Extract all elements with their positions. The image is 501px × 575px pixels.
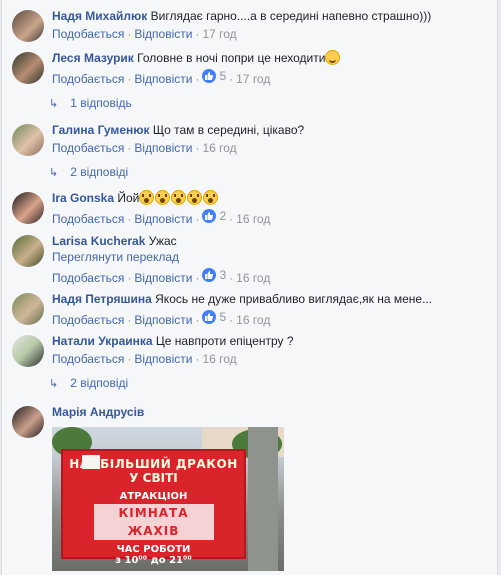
timestamp[interactable]: 16 год: [236, 313, 270, 327]
like-button[interactable]: Подобається: [52, 212, 124, 226]
view-replies-link[interactable]: ↳ 2 відповіді: [49, 164, 128, 181]
like-count[interactable]: 5: [202, 309, 226, 325]
comment-text-row: Натали Украинка Це навпроти епіцентру ?: [52, 333, 493, 349]
reply-button[interactable]: Відповісти: [134, 27, 192, 41]
comment-text-row: Надя Петряшина Якось не дуже привабливо …: [52, 291, 493, 307]
like-count[interactable]: 5: [202, 68, 226, 84]
comment-text-row: Марія Андрусів: [52, 404, 493, 420]
comment-actions: Подобається · Відповісти · 16 год: [52, 352, 237, 366]
comment-text-row: Галина Гуменюк Що там в середині, цікаво…: [52, 122, 493, 138]
timestamp[interactable]: 16 год: [202, 352, 236, 366]
banner-line: АТРАКЦІОН: [119, 491, 188, 502]
like-button[interactable]: Подобається: [52, 27, 124, 41]
timestamp[interactable]: 17 год: [236, 72, 270, 86]
comment-text: Виглядає гарно....а в середині напевно с…: [150, 9, 432, 23]
like-button[interactable]: Подобається: [52, 141, 124, 155]
avatar[interactable]: [12, 10, 44, 42]
like-button[interactable]: Подобається: [52, 72, 124, 86]
view-replies-link[interactable]: ↳ 1 відповідь: [49, 95, 132, 112]
reply-button[interactable]: Відповісти: [134, 352, 192, 366]
thumbs-up-icon: [202, 310, 217, 324]
timestamp[interactable]: 16 год: [236, 212, 270, 226]
reply-arrow-icon: ↳: [49, 378, 59, 390]
comment-text: Головне в ночі попри це неходити: [137, 51, 326, 65]
author-name[interactable]: Надя Петряшина: [52, 292, 152, 306]
like-count[interactable]: 2: [202, 208, 226, 224]
avatar[interactable]: [12, 293, 44, 325]
comment-text: Якось не дуже привабливо виглядає,як на …: [155, 292, 433, 306]
banner-line: ЧАС РОБОТИ: [116, 544, 191, 555]
comment-actions: Подобається · Відповісти · 5 · 16 год: [52, 309, 271, 327]
comment-actions: Подобається · Відповісти · 17 год: [52, 27, 237, 41]
like-button[interactable]: Подобається: [52, 271, 124, 285]
scream-emoji-icon: [171, 190, 187, 205]
reply-button[interactable]: Відповісти: [134, 72, 192, 86]
scream-emoji-icon: [187, 190, 203, 205]
timestamp[interactable]: 16 год: [202, 141, 236, 155]
reply-button[interactable]: Відповісти: [134, 212, 192, 226]
comment-text: Що там в середині, цікаво?: [152, 123, 305, 137]
avatar[interactable]: [12, 192, 44, 224]
scream-emoji-icon: [139, 190, 155, 205]
comment-text: Ужас: [148, 234, 177, 248]
author-name[interactable]: Larisa Kucherak: [52, 234, 145, 248]
thumbs-up-icon: [202, 209, 217, 223]
view-replies-link[interactable]: ↳ 2 відповіді: [49, 375, 128, 392]
avatar[interactable]: [12, 406, 44, 438]
like-button[interactable]: Подобається: [52, 313, 124, 327]
scream-emoji-icon: [155, 190, 171, 205]
timestamp[interactable]: 17 год: [202, 27, 236, 41]
like-button[interactable]: Подобається: [52, 352, 124, 366]
scream-emoji-icon: [203, 190, 219, 205]
author-name[interactable]: Надя Михайлюк: [52, 9, 147, 23]
author-name[interactable]: Галина Гуменюк: [52, 123, 150, 137]
avatar[interactable]: [12, 335, 44, 367]
reply-arrow-icon: ↳: [49, 167, 59, 179]
comments-panel: Надя Михайлюк Виглядає гарно....а в сере…: [1, 0, 498, 575]
smile-icon: [325, 50, 341, 65]
banner-line: У СВІТІ: [129, 471, 178, 485]
author-name[interactable]: Леся Мазурик: [52, 51, 134, 65]
comment-text-row: Леся Мазурик Головне в ночі попри це нех…: [52, 50, 493, 66]
avatar[interactable]: [12, 52, 44, 84]
attached-photo[interactable]: НАЙБІЛЬШИЙ ДРАКОН У СВІТІ АТРАКЦІОН КІМН…: [52, 427, 284, 571]
posted-paper: [82, 455, 100, 469]
comment-actions: Подобається · Відповісти · 5 · 17 год: [52, 68, 271, 86]
comment-text-row: Надя Михайлюк Виглядає гарно....а в сере…: [52, 8, 493, 24]
comment-text-row: Larisa Kucherak Ужас: [52, 233, 493, 249]
see-translation-link[interactable]: Переглянути переклад: [52, 249, 493, 265]
thumbs-up-icon: [202, 69, 217, 83]
author-name[interactable]: Ira Gonska: [52, 191, 114, 205]
author-name[interactable]: Марія Андрусів: [52, 405, 144, 419]
banner-line: КІМНАТА ЖАХІВ: [93, 504, 214, 540]
comment-text: Йой: [117, 191, 140, 205]
comment-text: Це навпроти епіцентру ?: [155, 334, 294, 348]
author-name[interactable]: Натали Украинка: [52, 334, 153, 348]
banner-line: з 10⁰⁰ до 21⁰⁰: [115, 555, 192, 566]
avatar[interactable]: [12, 124, 44, 156]
reply-button[interactable]: Відповісти: [134, 271, 192, 285]
reply-button[interactable]: Відповісти: [134, 313, 192, 327]
reply-button[interactable]: Відповісти: [134, 141, 192, 155]
thumbs-up-icon: [202, 268, 217, 282]
like-count[interactable]: 3: [202, 267, 226, 283]
comment-actions: Подобається · Відповісти · 3 · 16 год: [52, 267, 271, 285]
comment-text-row: Ira Gonska Йой: [52, 190, 493, 206]
timestamp[interactable]: 16 год: [236, 271, 270, 285]
avatar[interactable]: [12, 235, 44, 267]
booth-wall: [248, 427, 278, 571]
comment-actions: Подобається · Відповісти · 2 · 16 год: [52, 208, 271, 226]
comment-actions: Подобається · Відповісти · 16 год: [52, 141, 237, 155]
reply-arrow-icon: ↳: [49, 98, 59, 110]
